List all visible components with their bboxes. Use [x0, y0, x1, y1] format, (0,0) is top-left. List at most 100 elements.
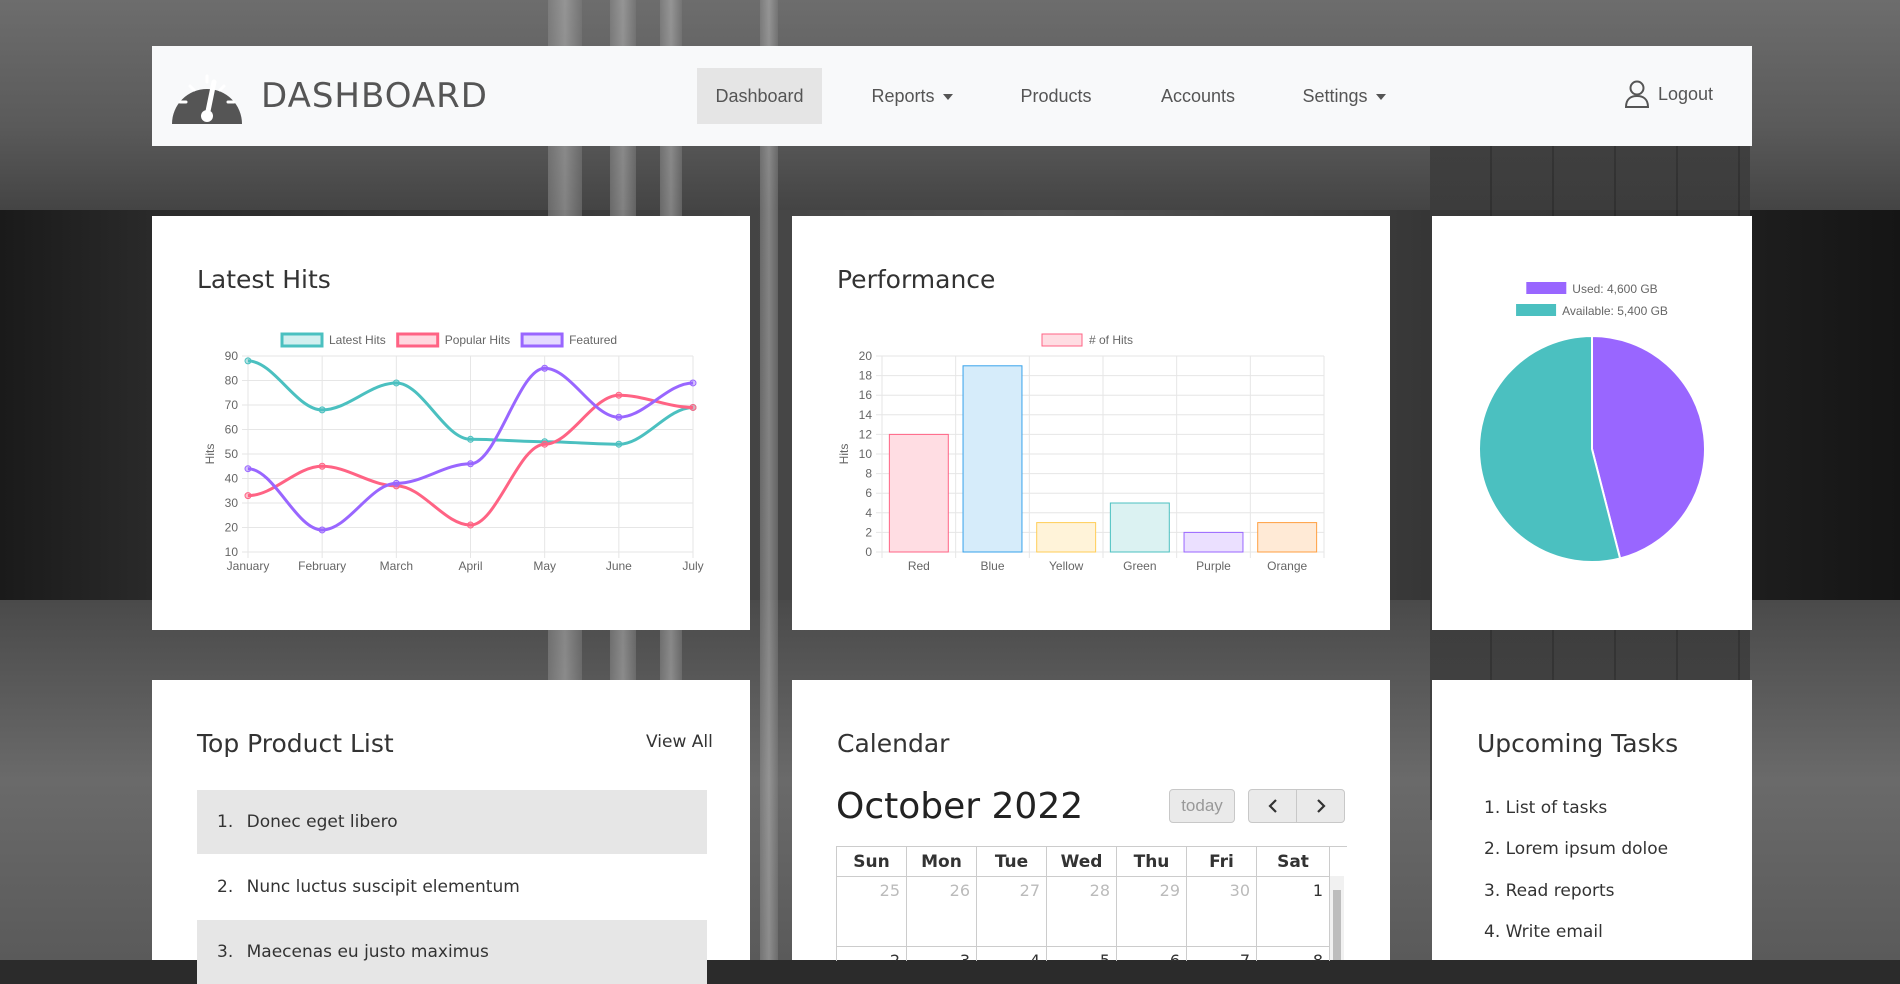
nav-products[interactable]: Products	[1006, 68, 1106, 124]
weekday-header: Sun	[837, 847, 907, 877]
y-tick-label: 18	[859, 369, 873, 383]
task-item: 1. List of tasks	[1484, 798, 1608, 818]
y-tick-label: 50	[225, 447, 239, 461]
legend-swatch	[280, 332, 324, 348]
y-tick-label: 8	[865, 467, 872, 481]
list-item-label: Nunc luctus suscipit elementum	[246, 877, 520, 897]
data-point	[392, 479, 400, 487]
x-tick-label: April	[458, 559, 482, 573]
today-button[interactable]: today	[1169, 789, 1235, 823]
y-axis-label: Hits	[203, 444, 217, 465]
dashboard-gauge-icon	[172, 74, 242, 124]
chevron-right-icon	[1316, 799, 1326, 813]
calendar-day[interactable]: 30	[1187, 877, 1257, 947]
list-item-number: 3.	[217, 942, 234, 962]
scrollbar-thumb[interactable]	[1333, 890, 1341, 960]
bar	[1036, 522, 1097, 553]
weekday-header: Wed	[1047, 847, 1117, 877]
weekday-header: Sat	[1257, 847, 1330, 877]
task-item: 2. Lorem ipsum doloe	[1484, 839, 1669, 859]
legend-swatch	[1526, 282, 1567, 294]
legend-label: Featured	[569, 333, 617, 347]
list-item[interactable]: 1. Donec eget libero	[197, 790, 707, 854]
latest-hits-chart: 90 80 70 60 50 40 30 20 10January February March Ap…	[203, 332, 704, 573]
caret-down-icon	[1375, 94, 1386, 101]
weekday-header: Mon	[907, 847, 977, 877]
data-point	[689, 379, 697, 387]
y-tick-label: 2	[865, 525, 872, 539]
data-point	[689, 403, 697, 411]
x-tick-label: January	[227, 559, 270, 573]
y-tick-label: 16	[859, 388, 873, 402]
calendar-day[interactable]: 3	[907, 947, 977, 961]
weekday-header: Fri	[1187, 847, 1257, 877]
y-tick-label: 12	[859, 427, 873, 441]
y-tick-label: 0	[865, 545, 872, 559]
logout-link[interactable]: Logout	[1624, 80, 1713, 108]
nav-dashboard[interactable]: Dashboard	[697, 68, 822, 124]
x-tick-label: Yellow	[1049, 559, 1084, 573]
x-tick-label: May	[533, 559, 556, 573]
calendar-day[interactable]: 4	[977, 947, 1047, 961]
calendar-day[interactable]: 6	[1117, 947, 1187, 961]
performance-chart: 20181614121086420Hits# of HitsRed Blue Yel…	[837, 333, 1325, 573]
chevron-left-icon	[1267, 799, 1277, 813]
data-point	[615, 413, 623, 421]
calendar-day[interactable]: 26	[907, 877, 977, 947]
calendar-day[interactable]: 27	[977, 877, 1047, 947]
nav-accounts[interactable]: Accounts	[1148, 68, 1248, 124]
brand-title[interactable]: DASHBOARD	[261, 76, 488, 116]
data-point	[541, 364, 549, 372]
calendar-scrollbar[interactable]	[1330, 876, 1344, 960]
x-tick-label: Green	[1123, 559, 1156, 573]
calendar-day[interactable]: 28	[1047, 877, 1117, 947]
calendar-day[interactable]: 25	[837, 877, 907, 947]
calendar-day[interactable]: 1	[1257, 877, 1330, 947]
y-tick-label: 90	[225, 349, 239, 363]
x-tick-label: June	[606, 559, 632, 573]
calendar-month-label: October 2022	[836, 786, 1084, 827]
y-tick-label: 20	[859, 349, 873, 363]
legend-swatch	[1516, 304, 1557, 316]
data-point	[615, 440, 623, 448]
data-point	[318, 526, 326, 534]
list-item-label: Maecenas eu justo maximus	[246, 942, 489, 962]
y-tick-label: 10	[225, 545, 239, 559]
bar	[1257, 522, 1318, 553]
calendar-day[interactable]: 5	[1047, 947, 1117, 961]
x-tick-label: Purple	[1196, 559, 1231, 573]
data-point	[467, 435, 474, 443]
calendar-day[interactable]: 8	[1257, 947, 1330, 961]
data-point	[467, 521, 474, 529]
prev-month-button[interactable]	[1248, 789, 1297, 823]
legend-swatch	[396, 332, 440, 348]
y-tick-label: 60	[225, 423, 239, 437]
tasks-title: Upcoming Tasks	[1477, 729, 1679, 758]
view-all-link[interactable]: View All	[646, 732, 713, 752]
legend-label: Used: 4,600 GB	[1572, 282, 1657, 296]
y-tick-label: 40	[225, 472, 239, 486]
y-tick-label: 20	[225, 521, 239, 535]
x-tick-label: Blue	[980, 559, 1004, 573]
x-tick-label: Orange	[1267, 559, 1307, 573]
data-point	[244, 357, 252, 365]
data-point	[318, 462, 326, 470]
calendar-day[interactable]: 29	[1117, 877, 1187, 947]
x-tick-label: Red	[908, 559, 930, 573]
calendar-day[interactable]: 2	[837, 947, 907, 961]
x-tick-label: March	[380, 559, 413, 573]
data-point	[467, 460, 474, 468]
data-point	[244, 465, 252, 473]
logout-label: Logout	[1658, 83, 1714, 104]
calendar-day[interactable]: 7	[1187, 947, 1257, 961]
nav-reports[interactable]: Reports	[858, 68, 966, 124]
caret-down-icon	[942, 94, 953, 101]
next-month-button[interactable]	[1296, 789, 1345, 823]
weekday-header: Thu	[1117, 847, 1187, 877]
list-item[interactable]: 2. Nunc luctus suscipit elementum	[197, 855, 707, 919]
nav-settings[interactable]: Settings	[1290, 68, 1398, 124]
calendar-grid: Sun Mon Tue Wed Thu Fri Sat 25 26 27 28 …	[836, 846, 1347, 961]
y-axis-label: Hits	[837, 444, 851, 465]
calendar-title: Calendar	[837, 729, 950, 758]
list-item[interactable]: 3. Maecenas eu justo maximus	[197, 920, 707, 984]
